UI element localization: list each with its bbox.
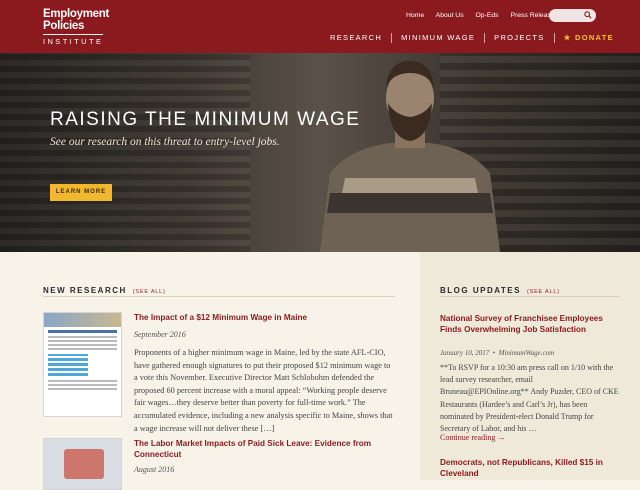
article-thumbnail[interactable]: [43, 438, 122, 490]
divider: [43, 296, 395, 297]
hero-title: RAISING THE MINIMUM WAGE: [50, 109, 361, 130]
logo-line-3: INSTITUTE: [43, 34, 103, 46]
article-excerpt: Proponents of a higher minimum wage in M…: [134, 348, 393, 433]
hero-background-left: [0, 53, 250, 252]
article-item: The Impact of a $12 Minimum Wage in Main…: [43, 312, 395, 433]
continue-reading-link[interactable]: Continue reading →: [440, 433, 505, 442]
logo-line-2: Policies: [43, 20, 85, 32]
search-icon[interactable]: [584, 11, 592, 19]
divider: [440, 296, 620, 297]
site-header: Employment Policies INSTITUTE Home About…: [0, 0, 640, 53]
logo-line-1: Employment: [43, 8, 110, 20]
utility-nav: Home About Us Op-Eds Press Releases: [406, 12, 568, 19]
hero-subtitle: See our research on this threat to entry…: [50, 136, 280, 148]
learn-more-button[interactable]: LEARN MORE: [50, 184, 112, 201]
see-all-blog-link[interactable]: (SEE ALL): [527, 289, 560, 295]
nav-donate[interactable]: ★ DONATE: [564, 33, 614, 42]
article-thumbnail[interactable]: [43, 312, 122, 417]
blog-post-date: January 10, 2017: [440, 349, 490, 357]
nav-projects[interactable]: PROJECTS: [494, 33, 544, 42]
nav-donate-label: DONATE: [574, 33, 614, 42]
hero-portrait-image: [320, 61, 500, 252]
nav-about-us[interactable]: About Us: [436, 12, 464, 19]
article-date: August 2016: [134, 465, 175, 474]
blog-post-meta: January 10, 2017 • MinimumWage.com: [440, 349, 555, 357]
search-input[interactable]: [549, 9, 596, 22]
nav-divider: [553, 33, 555, 44]
blog-post-excerpt: **To RSVP for a 10:30 am press call on 1…: [440, 363, 619, 434]
section-title: NEW RESEARCH: [43, 286, 127, 295]
section-title: BLOG UPDATES: [440, 286, 521, 295]
see-all-research-link[interactable]: (SEE ALL): [133, 289, 166, 295]
nav-research[interactable]: RESEARCH: [330, 33, 382, 42]
hero-banner: RAISING THE MINIMUM WAGE See our researc…: [0, 53, 640, 252]
nav-minimum-wage[interactable]: MINIMUM WAGE: [401, 33, 475, 42]
blog-sidebar: BLOG UPDATES (SEE ALL) National Survey of…: [420, 252, 640, 480]
nav-op-eds[interactable]: Op-Eds: [476, 12, 499, 19]
article-item: The Labor Market Impacts of Paid Sick Le…: [43, 438, 395, 490]
logo[interactable]: Employment Policies INSTITUTE: [43, 8, 109, 46]
article-title[interactable]: The Impact of a $12 Minimum Wage in Main…: [134, 312, 394, 323]
star-icon: ★: [563, 33, 572, 42]
nav-divider: [484, 33, 486, 44]
blog-post-title[interactable]: Democrats, not Republicans, Killed $15 i…: [440, 457, 610, 479]
nav-home[interactable]: Home: [406, 12, 424, 19]
blog-post-title[interactable]: National Survey of Franchisee Employees …: [440, 313, 610, 335]
article-title[interactable]: The Labor Market Impacts of Paid Sick Le…: [134, 438, 394, 460]
blog-post-source: MinimumWage.com: [498, 349, 555, 357]
main-nav: RESEARCH MINIMUM WAGE PROJECTS ★ DONATE: [330, 33, 614, 44]
nav-divider: [391, 33, 393, 44]
article-date: September 2016: [134, 330, 186, 339]
